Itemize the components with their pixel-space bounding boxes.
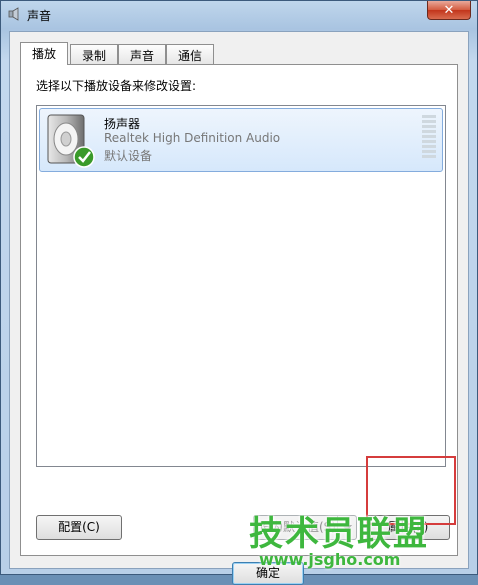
chevron-down-icon[interactable]	[337, 516, 356, 539]
tab-label: 播放	[31, 47, 56, 61]
device-name: 扬声器	[104, 117, 141, 131]
tab-communications[interactable]: 通信	[166, 44, 214, 64]
instruction-text: 选择以下播放设备来修改设置:	[36, 79, 197, 93]
tab-label: 录制	[81, 49, 106, 63]
set-default-label: 设为默认值(S)	[259, 520, 336, 534]
dialog-client: 播放 录制 声音 通信 选择以下播放设备来修改设置: 扬声器 Realtek H…	[9, 31, 469, 585]
sound-dialog: 声音 ✕ 播放 录制 声音 通信 选择以下播放设备来修改设置: 扬声器 Real…	[0, 0, 478, 585]
tab-recording[interactable]: 录制	[70, 44, 118, 64]
speaker-title-icon	[8, 7, 19, 21]
set-default-button[interactable]: 设为默认值(S)	[253, 515, 357, 540]
tab-label: 声音	[129, 49, 154, 63]
tab-playback[interactable]: 播放	[20, 42, 68, 65]
close-button[interactable]: ✕	[427, 1, 471, 20]
tab-label: 通信	[177, 49, 202, 63]
window-title: 声音	[27, 9, 52, 23]
level-meter	[422, 115, 436, 158]
properties-button[interactable]: 属性(P)	[366, 515, 450, 540]
device-item-speakers[interactable]: 扬声器 Realtek High Definition Audio 默认设备	[39, 108, 443, 172]
close-icon: ✕	[443, 2, 455, 18]
ok-button[interactable]: 确定	[232, 562, 304, 585]
device-description: Realtek High Definition Audio	[104, 131, 281, 145]
configure-button[interactable]: 配置(C)	[36, 515, 122, 540]
device-status: 默认设备	[104, 149, 153, 163]
check-icon	[73, 146, 95, 168]
title-bar[interactable]: 声音 ✕	[1, 1, 477, 27]
playback-panel: 选择以下播放设备来修改设置: 扬声器 Realtek High Definiti…	[20, 64, 458, 556]
speaker-icon	[47, 114, 95, 168]
device-list[interactable]: 扬声器 Realtek High Definition Audio 默认设备	[36, 105, 446, 467]
tab-sounds[interactable]: 声音	[118, 44, 166, 64]
